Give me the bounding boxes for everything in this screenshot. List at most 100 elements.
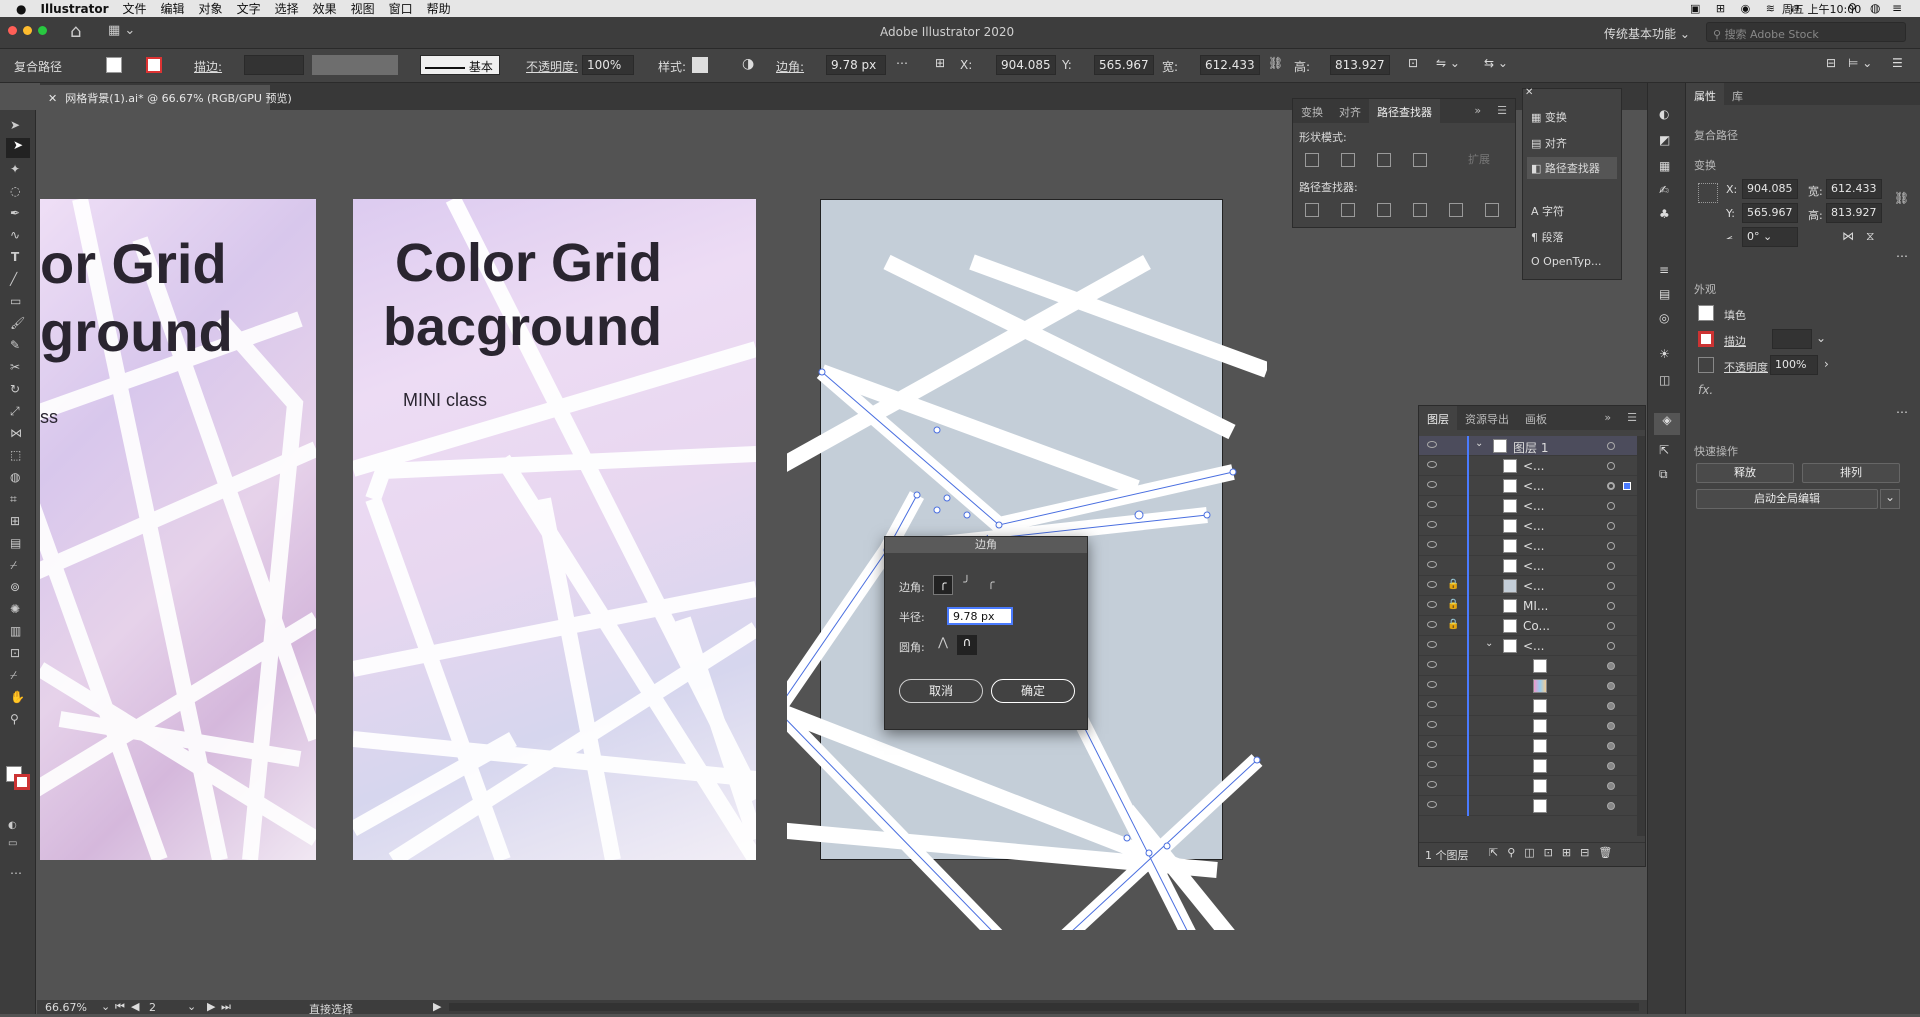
trim-icon[interactable] (1341, 203, 1355, 217)
visibility-eye-icon[interactable] (1427, 581, 1437, 588)
release-button[interactable]: 释放 (1696, 463, 1794, 483)
reference-point-icon[interactable]: ⊞ (935, 56, 945, 70)
control-menu-icon[interactable]: ☰ (1892, 56, 1903, 70)
target-icon[interactable] (1607, 782, 1615, 790)
visibility-eye-icon[interactable] (1427, 661, 1437, 668)
stroke-color-icon[interactable] (14, 774, 30, 790)
shape-builder-tool-icon[interactable]: ◍ (10, 470, 20, 484)
ok-button[interactable]: 确定 (991, 679, 1075, 703)
visibility-eye-icon[interactable] (1427, 701, 1437, 708)
tab-transform[interactable]: 变换 (1293, 99, 1331, 123)
align-icon[interactable]: ⋯ (896, 56, 908, 70)
visibility-eye-icon[interactable] (1427, 561, 1437, 568)
next-artboard-icon[interactable]: ▶ (207, 1000, 215, 1013)
visibility-eye-icon[interactable] (1427, 621, 1437, 628)
zoom-level[interactable]: 66.67% (45, 1001, 87, 1014)
menu-view[interactable]: 视图 (351, 0, 375, 17)
layers-menu-icon[interactable]: ☰ (1619, 406, 1645, 430)
target-icon[interactable] (1607, 702, 1615, 710)
unite-icon[interactable] (1305, 153, 1319, 167)
target-icon[interactable] (1607, 662, 1615, 670)
width-tool-icon[interactable]: ⋈ (10, 426, 22, 440)
intersect-icon[interactable] (1377, 153, 1391, 167)
merge-icon[interactable] (1377, 203, 1391, 217)
scissors-tool-icon[interactable]: ✂ (10, 360, 20, 374)
visibility-eye-icon[interactable] (1427, 801, 1437, 808)
visibility-eye-icon[interactable] (1427, 781, 1437, 788)
corner-chamfer-button[interactable]: ╭ (981, 575, 1001, 595)
visibility-eye-icon[interactable] (1427, 441, 1437, 448)
tab-libraries[interactable]: 库 (1724, 83, 1751, 105)
layer-row-main[interactable]: ⌄ 图层 1 (1419, 436, 1639, 456)
global-edit-dropdown[interactable]: ⌄ (1880, 489, 1900, 509)
gradient-panel-icon[interactable]: ▤ (1659, 287, 1670, 301)
menu-window[interactable]: 窗口 (389, 0, 413, 17)
scale-tool-icon[interactable]: ⤢ (10, 404, 20, 419)
direct-selection-tool-icon[interactable]: ➤ (6, 138, 30, 158)
visibility-eye-icon[interactable] (1427, 541, 1437, 548)
target-icon[interactable] (1607, 602, 1615, 610)
visibility-eye-icon[interactable] (1427, 761, 1437, 768)
lock-icon[interactable]: 🔒 (1447, 579, 1459, 590)
artboard-dropdown-icon[interactable]: ⌄ (187, 1000, 196, 1013)
target-icon[interactable] (1607, 722, 1615, 730)
target-icon[interactable] (1607, 682, 1615, 690)
slice-tool-icon[interactable]: ⌿ (10, 668, 17, 683)
type-tool-icon[interactable]: T (11, 250, 19, 264)
canvas[interactable]: or Grid ground ss Color Grid bacground M… (37, 110, 1647, 1000)
control-center-icon[interactable]: ≡ (1892, 1, 1902, 15)
workspace-switcher-icon[interactable]: ▦ ⌄ (108, 23, 135, 38)
stroke-style-dropdown[interactable]: 基本 (420, 55, 500, 75)
color-guide-icon[interactable]: ◩ (1659, 133, 1670, 147)
prop-h-field[interactable]: 813.927 (1826, 203, 1882, 223)
rotate-angle-icon[interactable]: ⦟ (1726, 229, 1733, 243)
target-icon[interactable] (1607, 742, 1615, 750)
row-name[interactable]: <... (1523, 639, 1545, 653)
layer-row[interactable]: <... (1419, 456, 1639, 476)
expand-chevron-icon[interactable]: ⌄ (1485, 638, 1493, 649)
graphic-styles-icon[interactable]: ◫ (1659, 373, 1670, 387)
arrange-docs-icon[interactable]: ⊨ ⌄ (1848, 56, 1872, 70)
sublayer-row[interactable] (1419, 696, 1639, 716)
dock-item-paragraph[interactable]: ¶ 段落 (1531, 229, 1564, 245)
shape-builder-icon[interactable]: ⇋ ⌄ (1436, 56, 1460, 70)
crop-icon[interactable] (1413, 203, 1427, 217)
menu-edit[interactable]: 编辑 (161, 0, 185, 17)
corner-label[interactable]: 边角: (776, 58, 804, 75)
stroke-weight-field[interactable] (244, 55, 304, 75)
outline-icon[interactable] (1449, 203, 1463, 217)
menu-select[interactable]: 选择 (275, 0, 299, 17)
target-icon[interactable] (1607, 482, 1615, 490)
opacity-label-prop[interactable]: 不透明度 (1724, 359, 1768, 375)
artboard-number[interactable]: 2 (149, 1001, 156, 1014)
style-swatch[interactable] (692, 57, 708, 73)
sublayer-row[interactable] (1419, 736, 1639, 756)
visibility-eye-icon[interactable] (1427, 461, 1437, 468)
dock-item-pathfinder[interactable]: ◧ 路径查找器 (1527, 157, 1617, 179)
opacity-arrow-icon[interactable]: › (1824, 357, 1829, 371)
target-icon[interactable] (1607, 542, 1615, 550)
rounding-absolute-button[interactable]: ⋀ (933, 635, 953, 655)
asset-export-icon[interactable]: ⇱ (1659, 443, 1669, 457)
graph-tool-icon[interactable]: ▥ (10, 624, 21, 638)
pencil-tool-icon[interactable]: ✎ (10, 338, 20, 352)
menu-effect[interactable]: 效果 (313, 0, 337, 17)
selection-tool-icon[interactable]: ➤ (10, 118, 20, 132)
width-field[interactable]: 612.433 p (1200, 55, 1260, 75)
minimize-window-button[interactable] (23, 26, 32, 35)
recolor-icon[interactable]: ◑ (742, 56, 754, 72)
status-menu-icon[interactable]: ▶ (433, 1000, 441, 1013)
row-name[interactable]: <... (1523, 519, 1545, 533)
panel-menu-icon[interactable]: ☰ (1489, 99, 1515, 123)
prop-x-field[interactable]: 904.085 (1742, 179, 1798, 199)
divide-icon[interactable] (1305, 203, 1319, 217)
layer-row[interactable]: <... (1419, 536, 1639, 556)
global-edit-button[interactable]: 启动全局编辑 (1696, 489, 1878, 509)
symbol-sprayer-tool-icon[interactable]: ✺ (10, 602, 20, 616)
corner-round-button[interactable]: ╭ (933, 575, 953, 595)
stroke-label-prop[interactable]: 描边 (1724, 333, 1746, 349)
appearance-more-icon[interactable]: ⋯ (1896, 405, 1908, 419)
stock-search-input[interactable]: ⚲ 搜索 Adobe Stock (1706, 22, 1906, 42)
appearance-icon[interactable]: ☀ (1659, 347, 1670, 361)
pen-tool-icon[interactable]: ✒ (10, 206, 20, 220)
